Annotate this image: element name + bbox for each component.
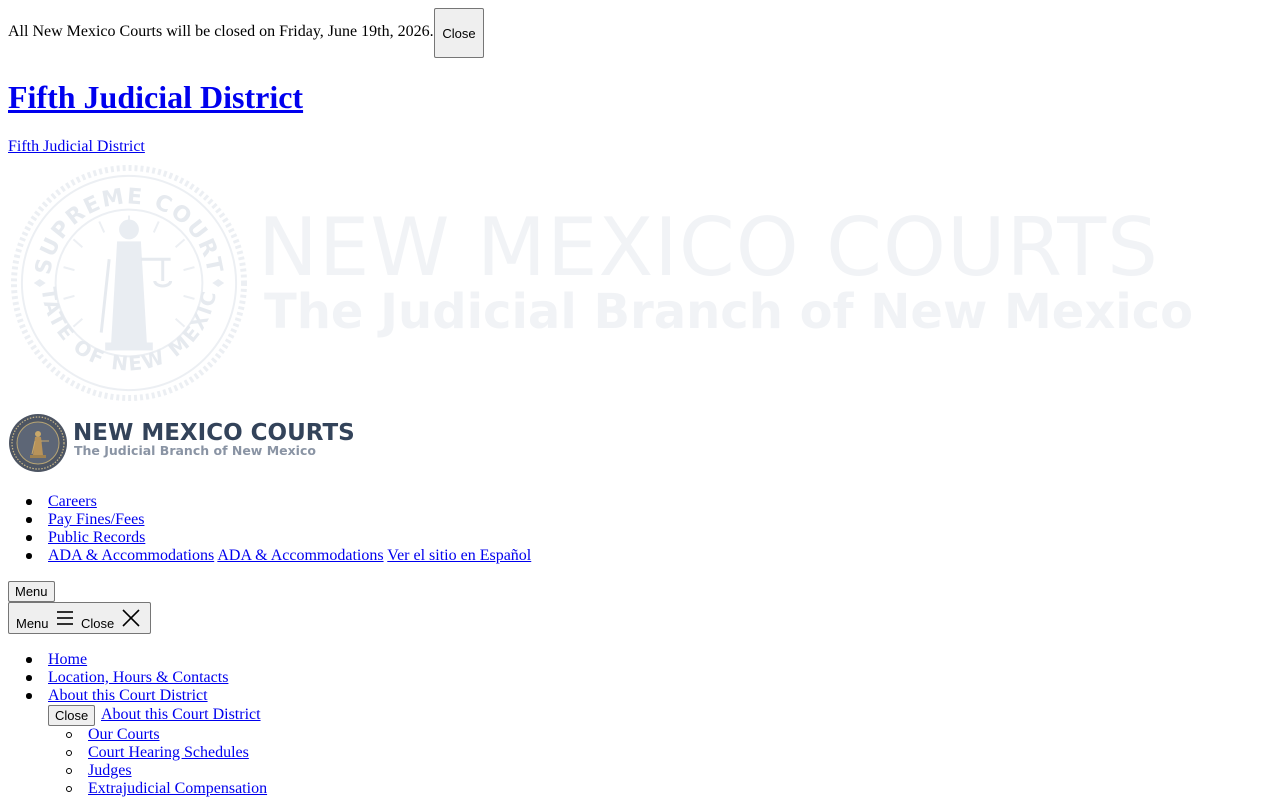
hearing-schedules-link[interactable]: Court Hearing Schedules xyxy=(88,744,249,761)
ada-duplicate-link[interactable]: ADA & Accommodations xyxy=(217,547,383,564)
submenu-item-our-courts: Our Courts xyxy=(65,726,267,744)
supreme-court-seal-icon: SUPREME COURT STATE OF NEW MEXICO xyxy=(10,164,248,402)
hamburger-icon xyxy=(57,611,73,625)
submenu-close-button[interactable]: Close xyxy=(48,705,96,726)
utility-item-pay-fines: Pay Fines/Fees xyxy=(25,511,531,529)
menu-toggle-close-label: Close xyxy=(81,616,115,631)
our-courts-link[interactable]: Our Courts xyxy=(88,726,160,743)
utility-nav: Careers Pay Fines/Fees Public Records AD… xyxy=(25,493,531,565)
careers-link[interactable]: Careers xyxy=(48,493,97,510)
public-records-link[interactable]: Public Records xyxy=(48,529,145,546)
submenu-item-hearing-schedules: Court Hearing Schedules xyxy=(65,744,267,762)
alert-close-button[interactable]: Close xyxy=(434,8,484,58)
logo-subtitle: The Judicial Branch of New Mexico xyxy=(74,443,316,458)
about-district-link[interactable]: About this Court District xyxy=(48,687,208,704)
banner-subtitle: The Judicial Branch of New Mexico xyxy=(264,284,1194,340)
submenu-heading-link[interactable]: About this Court District xyxy=(101,705,261,725)
site-subtitle-link[interactable]: Fifth Judicial District xyxy=(8,138,145,155)
judges-link[interactable]: Judges xyxy=(88,762,132,779)
menu-toggle-button[interactable]: Menu Close xyxy=(8,602,151,634)
menu-toggle-label: Menu xyxy=(16,616,49,631)
alert-message: All New Mexico Courts will be closed on … xyxy=(8,23,434,40)
location-hours-link[interactable]: Location, Hours & Contacts xyxy=(48,669,228,686)
nav-item-home: Home xyxy=(25,651,228,669)
site-title: Fifth Judicial District xyxy=(8,78,303,116)
spanish-site-link[interactable]: Ver el sitio en Español xyxy=(387,547,531,564)
ada-link[interactable]: ADA & Accommodations xyxy=(48,547,214,564)
seal-icon xyxy=(9,414,67,472)
close-icon xyxy=(122,609,140,627)
utility-item-public-records: Public Records xyxy=(25,529,531,547)
submenu-item-extrajudicial: Extrajudicial Compensation xyxy=(65,780,267,798)
site-subtitle: Fifth Judicial District xyxy=(8,137,145,157)
extrajudicial-compensation-link[interactable]: Extrajudicial Compensation xyxy=(88,780,267,797)
pay-fines-link[interactable]: Pay Fines/Fees xyxy=(48,511,144,528)
menu-button[interactable]: Menu xyxy=(8,581,55,602)
site-title-link[interactable]: Fifth Judicial District xyxy=(8,79,303,115)
utility-item-careers: Careers xyxy=(25,493,531,511)
nav-item-location: Location, Hours & Contacts xyxy=(25,669,228,687)
nav-item-about: About this Court District xyxy=(25,687,228,705)
home-link[interactable]: Home xyxy=(48,651,87,668)
submenu-item-judges: Judges xyxy=(65,762,267,780)
new-mexico-courts-logo[interactable]: NEW MEXICO COURTS The Judicial Branch of… xyxy=(8,413,355,473)
submenu-list: Our Courts Court Hearing Schedules Judge… xyxy=(65,726,267,798)
utility-item-ada: ADA & Accommodations ADA & Accommodation… xyxy=(25,547,531,565)
main-nav: Home Location, Hours & Contacts About th… xyxy=(25,651,228,705)
